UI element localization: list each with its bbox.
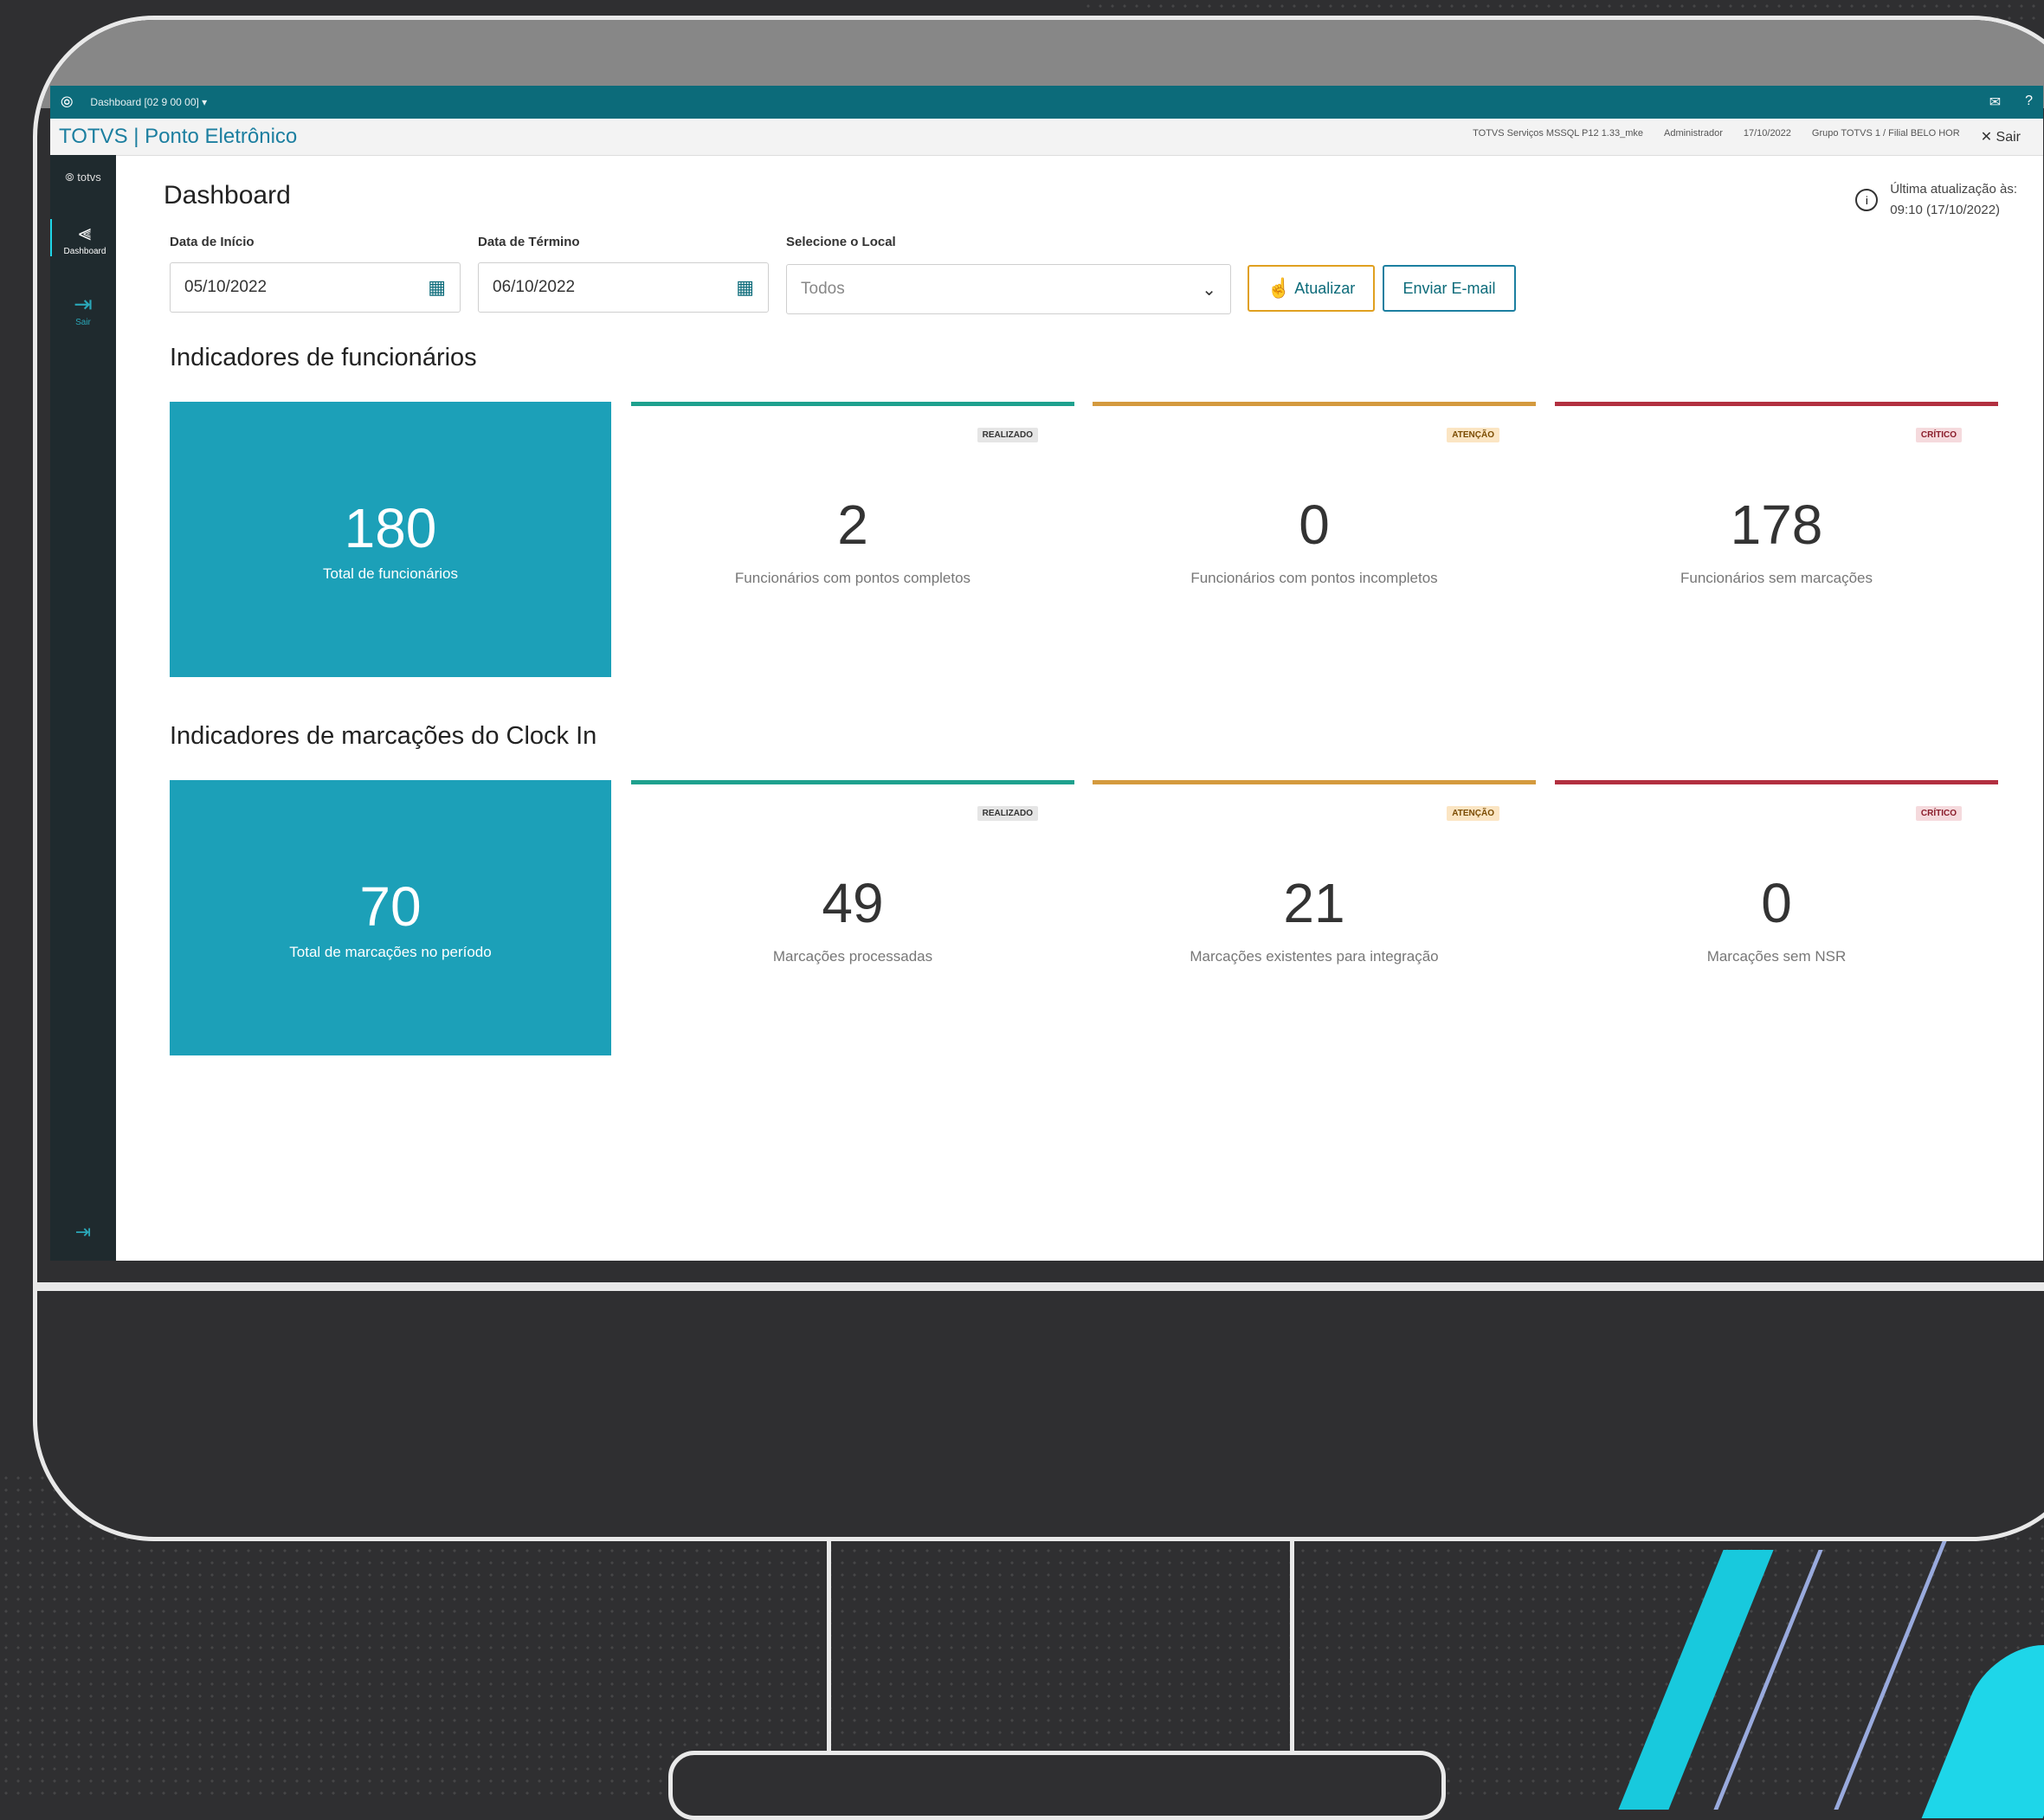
local-select-label: Selecione o Local xyxy=(786,235,896,249)
sidebar-item-dashboard[interactable]: ⫷ Dashboard xyxy=(50,219,118,256)
kpi-label: Funcionários com pontos completos xyxy=(734,570,971,586)
monitor-bezel-line xyxy=(37,1282,2044,1291)
sidebar-item-label: Dashboard xyxy=(63,247,106,256)
app-meta: TOTVS Serviços MSSQL P12 1.33_mke Admini… xyxy=(1473,128,2021,145)
kpi-label: Marcações existentes para integração xyxy=(1190,948,1439,965)
branch-label: Grupo TOTVS 1 / Filial BELO HOR xyxy=(1811,128,1960,139)
kpi-card-incomplete: ATENÇÃO 0 Funcionários com pontos incomp… xyxy=(1093,402,1536,677)
total-marks-label: Total de marcações no período xyxy=(289,944,492,960)
exit-button[interactable]: ✕ Sair xyxy=(1981,128,2021,145)
status-bar xyxy=(631,780,1074,784)
date-label: 17/10/2022 xyxy=(1743,128,1791,139)
start-date-value: 05/10/2022 xyxy=(184,278,268,296)
kpi-card-no-nsr: CRÍTICO 0 Marcações sem NSR xyxy=(1555,780,1998,1055)
status-badge: ATENÇÃO xyxy=(1447,428,1499,442)
status-bar xyxy=(631,402,1074,406)
help-icon[interactable]: ? xyxy=(2025,94,2033,111)
kpi-value: 178 xyxy=(1730,494,1823,556)
active-tab[interactable]: Dashboard [02 9 00 00] ▾ xyxy=(90,96,207,108)
start-date-input[interactable]: 05/10/2022 ▦ xyxy=(170,262,461,313)
app-header: TOTVS | Ponto Eletrônico TOTVS Serviços … xyxy=(50,119,2043,156)
status-badge: REALIZADO xyxy=(977,806,1038,821)
tabbar-icons: ✉ ? xyxy=(1989,94,2033,111)
main-content: Dashboard i Última atualização às: 09:10… xyxy=(116,155,2043,1261)
total-marks-value: 70 xyxy=(359,875,422,938)
end-date-label: Data de Término xyxy=(478,235,580,249)
sidebar: ⦾ totvs ⫷ Dashboard ⇥ Sair ⇥ xyxy=(50,155,116,1261)
logout-icon: ⇥ xyxy=(74,291,93,317)
kpi-value: 21 xyxy=(1283,872,1345,934)
section-title-employees: Indicadores de funcionários xyxy=(170,344,477,371)
app-title: TOTVS | Ponto Eletrônico xyxy=(59,125,298,148)
status-bar xyxy=(1093,780,1536,784)
sidebar-item-sair[interactable]: ⇥ Sair xyxy=(74,291,93,327)
page-title: Dashboard xyxy=(164,181,291,210)
kpi-label: Funcionários com pontos incompletos xyxy=(1190,570,1438,586)
hand-pointer-icon: ☝ xyxy=(1267,277,1292,299)
kpi-label: Funcionários sem marcações xyxy=(1680,570,1873,586)
total-employees-value: 180 xyxy=(344,497,437,559)
sidebar-item-label: Sair xyxy=(75,318,91,327)
status-badge: CRÍTICO xyxy=(1915,428,1962,442)
kpi-card-integration: ATENÇÃO 21 Marcações existentes para int… xyxy=(1093,780,1536,1055)
send-email-label: Enviar E-mail xyxy=(1402,279,1496,297)
info-icon: i xyxy=(1855,189,1879,211)
kpi-card-complete: REALIZADO 2 Funcionários com pontos comp… xyxy=(631,402,1074,677)
kpi-card-no-marks: CRÍTICO 178 Funcionários sem marcações xyxy=(1555,402,1998,677)
totvs-logo-icon: ⦾ xyxy=(61,93,74,111)
calendar-icon[interactable]: ▦ xyxy=(736,276,754,299)
start-date-label: Data de Início xyxy=(170,235,255,249)
send-email-button[interactable]: Enviar E-mail xyxy=(1383,265,1516,312)
total-employees-card: 180 Total de funcionários xyxy=(170,402,611,677)
kpi-label: Marcações processadas xyxy=(772,948,933,965)
status-badge: CRÍTICO xyxy=(1915,806,1962,821)
environment-label: TOTVS Serviços MSSQL P12 1.33_mke xyxy=(1473,128,1643,139)
monitor-stand-base xyxy=(668,1751,1446,1820)
local-select[interactable]: Todos ⌄ xyxy=(786,264,1231,314)
local-select-value: Todos xyxy=(801,280,845,298)
monitor-stand xyxy=(827,1541,1294,1758)
kpi-value: 0 xyxy=(1299,494,1330,556)
total-employees-label: Total de funcionários xyxy=(323,565,458,582)
chevron-down-icon: ⌄ xyxy=(1202,280,1216,300)
update-button-label: Atualizar xyxy=(1294,279,1356,297)
message-icon[interactable]: ✉ xyxy=(1989,94,2001,111)
sidebar-brand: ⦾ totvs xyxy=(65,171,101,184)
browser-tab-bar: ⦾ Dashboard [02 9 00 00] ▾ ✉ ? xyxy=(50,86,2043,119)
total-marks-card: 70 Total de marcações no período xyxy=(170,780,611,1055)
section-title-clockin: Indicadores de marcações do Clock In xyxy=(170,722,597,750)
kpi-value: 49 xyxy=(822,872,884,934)
kpi-value: 2 xyxy=(837,494,868,556)
chart-icon: ⫷ xyxy=(78,219,92,245)
end-date-value: 06/10/2022 xyxy=(493,278,576,296)
last-update: i Última atualização às: 09:10 (17/10/20… xyxy=(1855,179,2017,221)
update-button[interactable]: ☝ Atualizar xyxy=(1248,265,1375,312)
kpi-value: 0 xyxy=(1761,872,1792,934)
status-bar xyxy=(1093,402,1536,406)
kpi-label: Marcações sem NSR xyxy=(1706,948,1847,965)
app-screen: ⦾ Dashboard [02 9 00 00] ▾ ✉ ? TOTVS | P… xyxy=(50,86,2043,1261)
status-badge: REALIZADO xyxy=(977,428,1038,442)
last-update-label: Última atualização às: xyxy=(1890,182,2017,197)
last-update-value: 09:10 (17/10/2022) xyxy=(1890,203,2001,217)
status-badge: ATENÇÃO xyxy=(1447,806,1499,821)
calendar-icon[interactable]: ▦ xyxy=(428,276,446,299)
status-bar xyxy=(1555,402,1998,406)
kpi-card-processed: REALIZADO 49 Marcações processadas xyxy=(631,780,1074,1055)
end-date-input[interactable]: 06/10/2022 ▦ xyxy=(478,262,769,313)
user-label: Administrador xyxy=(1664,128,1723,139)
status-bar xyxy=(1555,780,1998,784)
collapse-icon[interactable]: ⇥ xyxy=(75,1221,91,1243)
